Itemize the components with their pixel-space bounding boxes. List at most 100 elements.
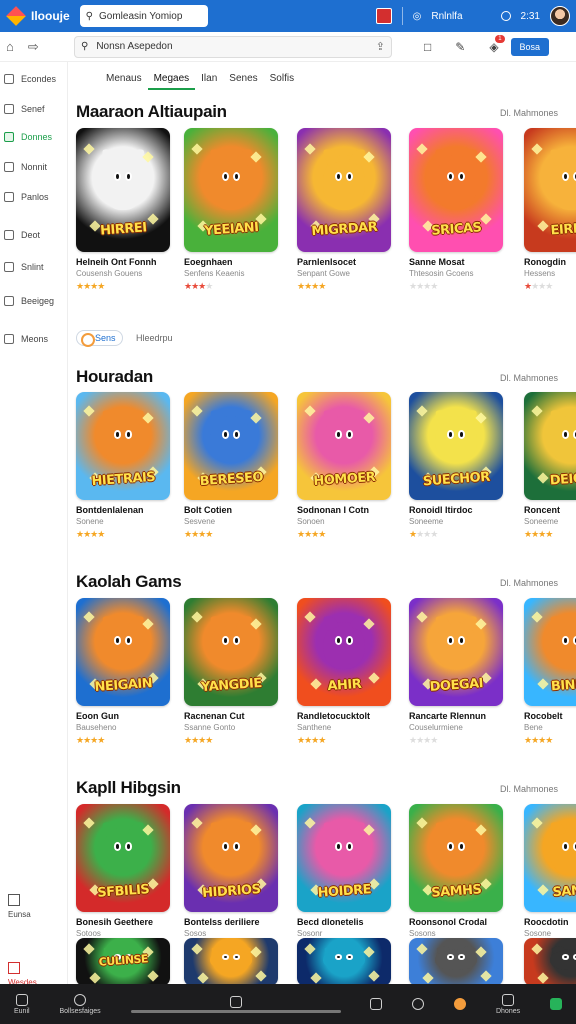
see-more-link[interactable]: Dl. Mahmones — [500, 108, 558, 118]
app-logo-icon[interactable] — [6, 6, 26, 26]
edit-icon[interactable]: ✎ — [455, 40, 465, 54]
game-card[interactable]: BINEE Rocobelt Bene ★★★★ — [524, 598, 576, 746]
user-label[interactable]: Rnlnlfa — [431, 11, 462, 22]
game-card[interactable]: HOMOER Sodnonan I Cotn Sonoen ★★★★ — [297, 392, 393, 540]
game-thumbnail[interactable]: MIGRDAR — [297, 128, 391, 252]
game-card[interactable]: HOIDREBecd dlonetelisSosonr★★★★ — [297, 804, 393, 952]
tab-4[interactable]: Senes — [223, 70, 263, 90]
game-card[interactable] — [297, 938, 393, 986]
sidebar-bottom-item-1[interactable]: Eunsa — [8, 894, 31, 919]
top-search-field[interactable]: ⚲ Gomleasin Yomiop — [79, 5, 208, 27]
game-thumbnail[interactable]: SANS — [524, 804, 576, 912]
game-thumbnail[interactable] — [524, 938, 576, 986]
gift-icon[interactable] — [375, 8, 392, 24]
sidebar-item-7[interactable]: Snlint — [4, 262, 44, 272]
status-icon[interactable] — [500, 11, 511, 21]
game-card[interactable]: AHIR Randletocucktolt Santhene ★★★★ — [297, 598, 393, 746]
game-card[interactable]: CULINSE — [76, 938, 172, 986]
see-more-link[interactable]: Dl. Mahmones — [500, 578, 558, 588]
bottom-item-2[interactable]: Bollsesfaiges — [59, 993, 101, 1015]
game-thumbnail[interactable]: NEIGAIN — [76, 598, 170, 706]
game-card[interactable]: YEEIANI Eoegnhaen Senfens Keaenis ★★★★ — [184, 128, 280, 292]
game-card[interactable]: YANGDIE Racnenan Cut Ssanne Gonto ★★★★ — [184, 598, 280, 746]
game-thumbnail[interactable]: SFBILIS — [76, 804, 170, 912]
sidebar-icon — [4, 230, 14, 240]
game-thumbnail[interactable]: EIRNS — [524, 128, 576, 252]
avatar[interactable] — [550, 6, 570, 26]
game-thumbnail[interactable]: HIETRAIS — [76, 392, 170, 500]
game-thumbnail[interactable]: HOMOER — [297, 392, 391, 500]
sidebar-item-9[interactable]: Meons — [4, 334, 48, 344]
bottom-item-8[interactable] — [549, 998, 562, 1010]
game-card[interactable] — [184, 938, 280, 986]
tab-5[interactable]: Solfis — [264, 70, 300, 90]
game-card[interactable]: HIDRIOSBontelss deriliereSosos★★★★ — [184, 804, 280, 952]
share-icon[interactable]: ⇪ — [376, 40, 385, 53]
sidebar-icon — [4, 192, 14, 202]
game-card[interactable]: DOEGAI Rancarte Rlennun Couselurmiene ★★★★ — [409, 598, 505, 746]
sidebar-item-3[interactable]: Donnes — [4, 132, 52, 142]
game-thumbnail[interactable] — [297, 938, 391, 986]
game-card[interactable]: DEIOR Roncent Soneeme ★★★★ — [524, 392, 576, 540]
bottom-item-7[interactable]: Dhones — [496, 993, 520, 1015]
sidebar-item-1[interactable]: Econdes — [4, 74, 56, 84]
home-icon[interactable]: ⌂ — [6, 39, 14, 55]
game-thumbnail[interactable] — [184, 938, 278, 986]
main-search-input[interactable]: ⚲ Nonsn Asepedon ⇪ — [74, 35, 392, 58]
filter-chip-secondary[interactable]: Hleedrpu — [136, 333, 173, 343]
sidebar-item-label: Deot — [21, 230, 41, 240]
game-card[interactable] — [524, 938, 576, 986]
game-thumbnail[interactable]: BERESEO — [184, 392, 278, 500]
sidebar-item-4[interactable]: Nonnit — [4, 162, 47, 172]
game-thumbnail[interactable]: AHIR — [297, 598, 391, 706]
game-card[interactable]: SANSRoocdotinSosone★★★★ — [524, 804, 576, 952]
game-thumbnail[interactable]: YANGDIE — [184, 598, 278, 706]
game-thumbnail[interactable]: BINEE — [524, 598, 576, 706]
game-thumbnail[interactable]: HIDRIOS — [184, 804, 278, 912]
game-card[interactable]: MIGRDAR Parnlenlsocet Senpant Gowe ★★★★ — [297, 128, 393, 292]
sidebar-item-5[interactable]: Panlos — [4, 192, 49, 202]
game-thumbnail[interactable]: SAMHS — [409, 804, 503, 912]
game-card[interactable]: EIRNS Ronogdin Hessens ★★★★ — [524, 128, 576, 292]
game-card[interactable]: NEIGAIN Eoon Gun Bauseheno ★★★★ — [76, 598, 172, 746]
game-thumbnail[interactable]: DOEGAI — [409, 598, 503, 706]
game-card[interactable]: HIRREI Helneih Ont Fonnh Cousensh Gouens ★★… — [76, 128, 172, 292]
tab-1[interactable]: Menaus — [100, 70, 148, 90]
filter-chip[interactable]: Sens — [76, 330, 123, 347]
game-card[interactable]: SAMHSRoonsonol CrodalSosons★★★★ — [409, 804, 505, 952]
game-thumbnail[interactable]: DEIOR — [524, 392, 576, 500]
character-eyes — [448, 431, 464, 437]
sidebar-item-2[interactable]: Senef — [4, 104, 45, 114]
bottom-item-6[interactable] — [454, 998, 467, 1010]
game-card[interactable]: SUECHOR Ronoidl Itirdoc Soneeme ★★★★ — [409, 392, 505, 540]
game-thumbnail[interactable]: CULINSE — [76, 938, 170, 986]
game-thumbnail[interactable]: SRICAS — [409, 128, 503, 252]
game-card[interactable]: HIETRAIS Bontdenlalenan Sonene ★★★★ — [76, 392, 172, 540]
game-thumbnail[interactable]: SUECHOR — [409, 392, 503, 500]
bottom-item-5[interactable] — [412, 998, 425, 1010]
game-card[interactable]: SFBILISBonesih GeethereSotoos★★★★ — [76, 804, 172, 952]
bottom-item-1[interactable]: Eunil — [14, 993, 30, 1015]
tab-2[interactable]: Megaes — [147, 70, 196, 90]
bookmark-icon[interactable]: □ — [424, 40, 431, 54]
game-card[interactable] — [409, 938, 505, 986]
see-more-link[interactable]: Dl. Mahmones — [500, 373, 558, 383]
bottom-item-3[interactable] — [130, 995, 341, 1013]
bottom-item-4[interactable] — [370, 998, 383, 1010]
game-card[interactable]: SRICAS Sanne Mosat Thtesosin Gcoens ★★★★ — [409, 128, 505, 292]
character-art — [550, 827, 576, 876]
tab-3[interactable]: Ilan — [195, 70, 223, 90]
people-icon — [412, 998, 425, 1010]
game-thumbnail[interactable]: YEEIANI — [184, 128, 278, 252]
game-thumbnail[interactable] — [409, 938, 503, 986]
sidebar-item-8[interactable]: Beeigeg — [4, 296, 54, 306]
see-more-link[interactable]: Dl. Mahmones — [500, 784, 558, 794]
account-icon[interactable]: ◎ — [413, 11, 422, 22]
primary-button[interactable]: Bosa — [510, 37, 550, 56]
sidebar-item-6[interactable]: Deot — [4, 230, 40, 240]
game-thumbnail[interactable]: HIRREI — [76, 128, 170, 252]
game-card[interactable]: BERESEO Bolt Cotien Sesvene ★★★★ — [184, 392, 280, 540]
notification-icon[interactable]: ◈ 1 — [489, 34, 505, 54]
forward-icon[interactable]: ⇨ — [28, 39, 39, 55]
game-thumbnail[interactable]: HOIDRE — [297, 804, 391, 912]
